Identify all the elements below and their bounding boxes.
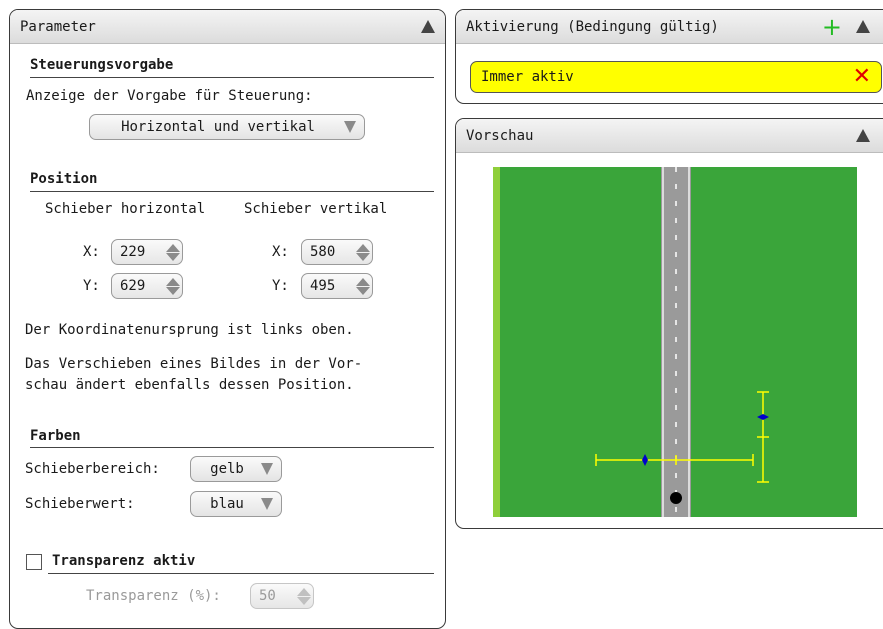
section-divider	[30, 191, 434, 192]
v-x-label: X:	[272, 244, 289, 260]
vorschau-panel: Vorschau	[455, 118, 883, 529]
transparenz-value: 50	[259, 588, 276, 604]
move-image-info-line1: Das Verschieben eines Bildes in der Vor-	[25, 356, 363, 372]
section-divider	[30, 77, 434, 78]
spin-arrows-icon[interactable]	[354, 276, 372, 296]
v-y-value: 495	[310, 278, 336, 294]
transparenz-spinbox[interactable]: 50	[250, 583, 314, 609]
collapse-triangle-icon[interactable]	[421, 20, 435, 33]
v-y-label: Y:	[272, 278, 289, 294]
v-x-spinbox[interactable]: 580	[301, 239, 373, 265]
schieberwert-label: Schieberwert:	[25, 496, 135, 512]
vorschau-header[interactable]: Vorschau	[456, 119, 883, 153]
h-x-spinbox[interactable]: 229	[111, 239, 183, 265]
spin-arrows-icon[interactable]	[354, 242, 372, 262]
v-x-value: 580	[310, 244, 336, 260]
horizontal-slider-header: Schieber horizontal	[45, 201, 206, 217]
h-x-value: 229	[120, 244, 146, 260]
section-divider	[48, 573, 434, 574]
preview-canvas[interactable]	[493, 167, 857, 517]
h-y-spinbox[interactable]: 629	[111, 273, 183, 299]
dropdown-arrow-icon	[261, 463, 273, 475]
h-x-label: X:	[83, 244, 100, 260]
section-title-farben: Farben	[30, 428, 81, 444]
h-y-label: Y:	[83, 278, 100, 294]
vehicle-dot	[670, 492, 682, 504]
condition-field[interactable]: Immer aktiv ✕	[470, 61, 882, 93]
collapse-triangle-icon[interactable]	[856, 129, 870, 142]
transparenz-checkbox[interactable]	[26, 554, 42, 570]
schieberbereich-dropdown[interactable]: gelb	[190, 456, 282, 482]
vorschau-title: Vorschau	[466, 127, 534, 144]
steuerung-dropdown[interactable]: Horizontal und vertikal	[89, 114, 365, 140]
section-divider	[30, 447, 434, 448]
section-title-position: Position	[30, 171, 98, 187]
schieberbereich-value: gelb	[210, 461, 244, 477]
dropdown-arrow-icon	[261, 498, 273, 510]
steuerung-label: Anzeige der Vorgabe für Steuerung:	[26, 88, 313, 104]
aktivierung-panel: Aktivierung (Bedingung gültig) + Immer a…	[455, 9, 883, 104]
aktivierung-title: Aktivierung (Bedingung gültig)	[466, 18, 719, 35]
transparenz-checkbox-label[interactable]: Transparenz aktiv	[52, 553, 195, 569]
add-condition-icon[interactable]: +	[822, 15, 842, 39]
parameter-header[interactable]: Parameter	[10, 10, 445, 44]
h-y-value: 629	[120, 278, 146, 294]
vertical-slider-header: Schieber vertikal	[244, 201, 388, 217]
schieberbereich-label: Schieberbereich:	[25, 461, 160, 477]
parameter-title: Parameter	[20, 18, 96, 35]
collapse-triangle-icon[interactable]	[856, 20, 870, 33]
move-image-info-line2: schau ändert ebenfalls dessen Position.	[25, 377, 354, 393]
coordinate-origin-info: Der Koordinatenursprung ist links oben.	[25, 322, 354, 338]
remove-condition-icon[interactable]: ✕	[853, 66, 871, 88]
dropdown-arrow-icon	[344, 121, 356, 133]
grass-edge	[493, 167, 500, 517]
parameter-panel: Parameter Steuerungsvorgabe Anzeige der …	[9, 9, 446, 629]
schieberwert-dropdown[interactable]: blau	[190, 491, 282, 517]
section-title-steuerungsvorgabe: Steuerungsvorgabe	[30, 57, 174, 73]
steuerung-dropdown-value: Horizontal und vertikal	[121, 119, 315, 135]
transparenz-label: Transparenz (%):	[86, 588, 221, 604]
schieberwert-value: blau	[210, 496, 244, 512]
v-y-spinbox[interactable]: 495	[301, 273, 373, 299]
condition-text: Immer aktiv	[481, 69, 574, 85]
spin-arrows-icon[interactable]	[164, 242, 182, 262]
spin-arrows-icon[interactable]	[164, 276, 182, 296]
spin-arrows-icon[interactable]	[295, 586, 313, 606]
aktivierung-header[interactable]: Aktivierung (Bedingung gültig) +	[456, 10, 883, 44]
